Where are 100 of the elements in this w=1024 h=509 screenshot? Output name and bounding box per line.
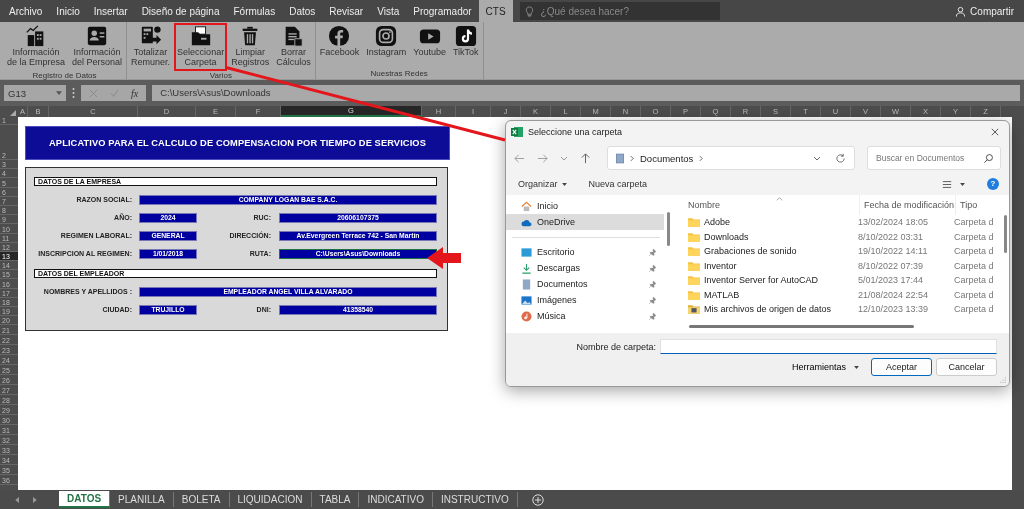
file-date: 8/10/2022 07:39: [857, 260, 925, 271]
nav-item[interactable]: Documentos: [506, 276, 664, 292]
share-button[interactable]: Compartir: [945, 0, 1024, 22]
menu-tab[interactable]: Fórmulas: [226, 0, 283, 22]
address-bar[interactable]: Documentos: [607, 146, 855, 170]
file-row[interactable]: Downloads 8/10/2022 03:31 Carpeta d: [686, 229, 1009, 244]
file-row[interactable]: Grabaciones de sonido 19/10/2022 14:11 Carpeta d: [686, 244, 1009, 259]
file-row[interactable]: Adobe 13/02/2024 18:05 Carpeta d: [686, 215, 1009, 230]
column-header[interactable]: Fecha de modificación: [860, 195, 956, 215]
pointer-arrow: [427, 247, 461, 269]
search-field[interactable]: ¿Qué desea hacer?: [519, 2, 720, 20]
sheet-tab[interactable]: DATOS: [59, 491, 111, 508]
file-type: Carpeta d: [953, 304, 994, 315]
sheet-tab[interactable]: LIQUIDACION: [229, 492, 312, 507]
nav-item[interactable]: Imágenes: [506, 292, 664, 308]
menu-tab[interactable]: Revisar: [322, 0, 371, 22]
up-arrow-icon[interactable]: [580, 152, 591, 164]
sheet-tab[interactable]: INDICATIVO: [359, 492, 433, 507]
sheet-tab[interactable]: INSTRUCTIVO: [432, 492, 518, 507]
accept-button[interactable]: Aceptar: [871, 358, 932, 376]
file-type: Carpeta d: [953, 275, 994, 286]
ribbon-button[interactable]: Seleccionar Carpeta: [174, 23, 228, 71]
ribbon-button[interactable]: Instagram: [363, 23, 410, 69]
search-input[interactable]: ¿Qué desea hacer?: [538, 4, 713, 18]
scrollbar-thumb[interactable]: [1004, 215, 1007, 253]
help-button[interactable]: ?: [987, 178, 999, 190]
scroll-right-icon[interactable]: [32, 496, 37, 503]
folder-name-field[interactable]: [660, 339, 997, 354]
menu-tab[interactable]: Datos: [282, 0, 323, 22]
name-box[interactable]: G13: [4, 85, 66, 101]
ribbon-button[interactable]: Limpiar Registros: [228, 23, 273, 71]
cancel-button[interactable]: Cancelar: [936, 358, 997, 376]
chevron-down-icon[interactable]: [813, 155, 821, 161]
ribbon-button[interactable]: Youtube: [410, 23, 449, 69]
close-icon[interactable]: [991, 128, 999, 136]
group-label: Registro de Datos: [31, 71, 98, 81]
scrollbar-thumb[interactable]: [667, 212, 670, 246]
menu-tab[interactable]: Archivo: [2, 0, 50, 22]
column-header[interactable]: Tipo: [956, 195, 998, 215]
menu-tab[interactable]: Insertar: [86, 0, 135, 22]
nav-item[interactable]: Escritorio: [506, 244, 664, 260]
file-date: 12/10/2023 13:39: [857, 304, 930, 315]
sheet-tab[interactable]: BOLETA: [173, 492, 230, 507]
search-input[interactable]: Buscar en Documentos: [874, 152, 983, 164]
menu-tab[interactable]: Inicio: [49, 0, 87, 22]
sort-icon: [776, 197, 783, 201]
ribbon-button[interactable]: Facebook: [316, 23, 363, 69]
ribbon-button[interactable]: Información de la Empresa: [4, 23, 69, 71]
nav-item[interactable]: Descargas: [506, 260, 664, 276]
menu-tab[interactable]: CTS: [478, 0, 513, 22]
ribbon-button[interactable]: Información del Personal: [69, 23, 126, 71]
file-type: Carpeta d: [953, 217, 994, 228]
folder-icon: [189, 25, 212, 47]
back-icon[interactable]: [514, 152, 525, 164]
file-row[interactable]: Inventor Server for AutoCAD 5/01/2023 17:44 Carpeta d: [686, 273, 1009, 288]
sheet-tab[interactable]: PLANILLA: [110, 492, 174, 507]
insert-function-button[interactable]: fx: [131, 87, 139, 99]
scroll-left-icon[interactable]: [15, 496, 20, 503]
folder-icon: [688, 275, 700, 286]
caret-icon: [854, 365, 859, 369]
download-icon: [521, 262, 532, 274]
file-date: 19/10/2022 14:11: [857, 246, 929, 257]
chevron-down-icon[interactable]: [560, 155, 568, 161]
menu-tab[interactable]: Diseño de página: [134, 0, 227, 22]
sheet-tab[interactable]: TABLA: [311, 492, 360, 507]
lightbulb-icon: [523, 5, 535, 17]
scrollbar-thumb[interactable]: [689, 325, 914, 328]
caret-icon[interactable]: [960, 182, 965, 186]
organize-button[interactable]: Organizar: [516, 179, 569, 189]
facebook-icon: [328, 25, 351, 47]
check-icon[interactable]: [110, 88, 119, 98]
file-row[interactable]: Mis archivos de origen de datos 12/10/2023 13:39 Carpeta d: [686, 302, 1009, 317]
drag-handle-icon[interactable]: [72, 87, 75, 99]
spreadsheet-app-icon: [511, 126, 523, 138]
breadcrumb[interactable]: Documentos: [640, 152, 694, 164]
folder-name-label: Nombre de carpeta:: [576, 341, 656, 352]
menu-tab[interactable]: Vista: [370, 0, 407, 22]
ribbon-button[interactable]: Totalizar Remuner.: [128, 23, 174, 71]
search-field[interactable]: Buscar en Documentos: [867, 146, 1001, 170]
column-header[interactable]: Nombre: [686, 195, 860, 215]
file-row[interactable]: MATLAB 21/08/2024 22:54 Carpeta d: [686, 287, 1009, 302]
refresh-icon[interactable]: [835, 152, 846, 164]
pin-icon: [649, 248, 656, 256]
tools-button[interactable]: Herramientas: [791, 362, 859, 372]
formula-field[interactable]: C:\Users\Asus\Downloads: [152, 85, 1020, 101]
add-sheet-icon[interactable]: [531, 493, 544, 506]
file-date: 5/01/2023 17:44: [857, 275, 925, 286]
new-folder-button[interactable]: Nueva carpeta: [586, 179, 650, 189]
ribbon-button[interactable]: TikTok: [449, 23, 482, 69]
view-icon[interactable]: [942, 179, 952, 189]
pin-icon: [649, 264, 656, 272]
forward-icon[interactable]: [537, 152, 548, 164]
menu-tab[interactable]: Programador: [406, 0, 479, 22]
ribbon-button[interactable]: Borrar Cálculos: [273, 23, 314, 71]
nav-item[interactable]: OneDrive: [506, 214, 664, 230]
file-row[interactable]: Inventor 8/10/2022 07:39 Carpeta d: [686, 258, 1009, 273]
nav-item[interactable]: Música: [506, 308, 664, 324]
music-icon: [521, 310, 532, 322]
resize-grip-icon[interactable]: [1000, 377, 1006, 383]
nav-item[interactable]: Inicio: [506, 198, 664, 214]
